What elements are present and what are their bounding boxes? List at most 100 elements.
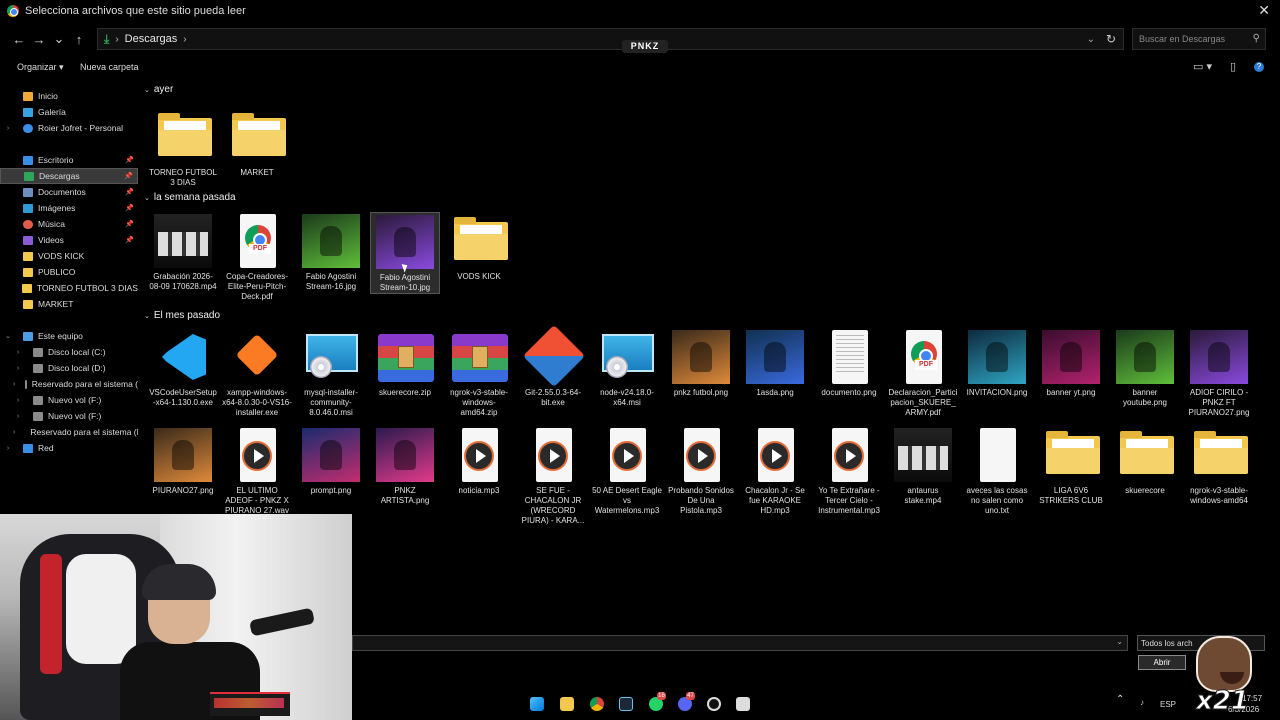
sidebar-item-reservado-para-el-sistema-e[interactable]: › Reservado para el sistema (E: [0, 424, 138, 440]
file-item[interactable]: MARKET [222, 108, 292, 178]
sidebar-item-publico[interactable]: PUBLICO [0, 264, 138, 280]
start-button[interactable] [530, 697, 544, 711]
file-item[interactable]: aveces las cosas no salen como uno.txt [962, 426, 1032, 516]
help-button[interactable]: ? [1254, 62, 1264, 72]
obs-icon[interactable] [707, 697, 721, 711]
expand-chevron-icon[interactable]: ⌄ [3, 332, 13, 340]
up-button[interactable]: ↑ [69, 32, 89, 47]
view-options-button[interactable]: ▭ ▾ [1193, 60, 1212, 73]
expand-chevron-icon[interactable]: › [13, 365, 23, 372]
group-header-semana[interactable]: ⌄ la semana pasada [144, 192, 236, 203]
file-item[interactable]: Fabio Agostini Stream-16.jpg [296, 212, 366, 292]
expand-chevron-icon[interactable]: › [13, 429, 15, 436]
file-item[interactable]: LIGA 6V6 STRIKERS CLUB [1036, 426, 1106, 506]
expand-chevron-icon[interactable]: › [13, 397, 23, 404]
expand-chevron-icon[interactable]: › [13, 349, 23, 356]
file-item[interactable]: INVITACION.png [962, 328, 1032, 398]
file-item[interactable]: mysql-installer-community-8.0.46.0.msi [296, 328, 366, 418]
language-indicator[interactable]: ESP [1160, 700, 1176, 709]
breadcrumb-descargas[interactable]: Descargas [125, 33, 178, 45]
file-item[interactable]: Fabio Agostini Stream-10.jpg [370, 212, 440, 294]
group-header-mes[interactable]: ⌄ El mes pasado [144, 310, 220, 321]
sidebar-item-videos[interactable]: Videos 📌 [0, 232, 138, 248]
image-subject [394, 227, 416, 257]
file-item[interactable]: PIURANO27.png [148, 426, 218, 496]
file-item[interactable]: xampp-windows-x64-8.0.30-0-VS16-installe… [222, 328, 292, 418]
close-button[interactable]: ✕ [1258, 2, 1270, 19]
expand-chevron-icon[interactable]: › [3, 445, 13, 452]
sidebar-item-vods-kick[interactable]: VODS KICK [0, 248, 138, 264]
sidebar-item-reservado-para-el-sistema[interactable]: › Reservado para el sistema ( [0, 376, 138, 392]
chrome-taskbar-icon[interactable] [590, 697, 604, 711]
app-icon[interactable] [736, 697, 750, 711]
refresh-button[interactable]: ↻ [1106, 32, 1116, 46]
sidebar-item-market[interactable]: MARKET [0, 296, 138, 312]
organize-button[interactable]: Organizar ▾ [17, 62, 64, 73]
file-item[interactable]: antaurus stake.mp4 [888, 426, 958, 506]
sidebar-item-galer-a[interactable]: Galería [0, 104, 138, 120]
file-item[interactable]: VSCodeUserSetup-x64-1.130.0.exe [148, 328, 218, 408]
file-item[interactable]: documento.png [814, 328, 884, 398]
open-button[interactable]: Abrir [1138, 655, 1186, 670]
sidebar-item-este-equipo[interactable]: ⌄ Este equipo [0, 328, 138, 344]
file-item[interactable]: Grabación 2026-08-09 170628.mp4 [148, 212, 218, 292]
file-item[interactable]: node-v24.18.0-x64.msi [592, 328, 662, 408]
sidebar-item-red[interactable]: › Red [0, 440, 138, 456]
file-item[interactable]: ngrok-v3-stable-windows-amd64 [1184, 426, 1254, 506]
file-item[interactable]: PDF Declaracion_Participacion_SKUERE_ARMY… [888, 328, 958, 418]
microphone-icon[interactable]: ♪ [1140, 698, 1144, 707]
file-item[interactable]: SE FUE - CHACALON JR (WRECORD PIURA) - K… [518, 426, 588, 526]
sidebar-item-torneo-futbol-3-dias[interactable]: TORNEO FUTBOL 3 DIAS [0, 280, 138, 296]
file-item[interactable]: banner youtube.png [1110, 328, 1180, 408]
file-item[interactable]: Yo Te Extrañare - Tercer Cielo - Instrum… [814, 426, 884, 516]
forward-button[interactable]: → [29, 32, 49, 47]
filename-input[interactable]: ⌄ [352, 635, 1128, 651]
back-button[interactable]: ← [9, 32, 29, 47]
file-item[interactable]: prompt.png [296, 426, 366, 496]
sidebar-item-m-sica[interactable]: Música 📌 [0, 216, 138, 232]
file-item[interactable]: banner yt.png [1036, 328, 1106, 398]
sidebar-item-documentos[interactable]: Documentos 📌 [0, 184, 138, 200]
chevron-up-icon[interactable]: ⌃ [1116, 694, 1124, 705]
file-item[interactable]: skuerecore [1110, 426, 1180, 496]
file-item[interactable]: skuerecore.zip [370, 328, 440, 398]
file-item[interactable]: ngrok-v3-stable-windows-amd64.zip [444, 328, 514, 418]
image-subject [320, 226, 342, 256]
file-item[interactable]: TORNEO FUTBOL 3 DIAS [148, 108, 218, 188]
steam-icon[interactable] [619, 697, 633, 711]
file-item[interactable]: PDF Copa-Creadores-Elite-Peru-Pitch-Deck.… [222, 212, 292, 302]
file-item[interactable]: Git-2.55.0.3-64-bit.exe [518, 324, 588, 408]
sidebar-item-nuevo-vol-f[interactable]: › Nuevo vol (F:) [0, 408, 138, 424]
expand-chevron-icon[interactable]: › [13, 413, 23, 420]
sidebar-item-im-genes[interactable]: Imágenes 📌 [0, 200, 138, 216]
sidebar-item-disco-local-d[interactable]: › Disco local (D:) [0, 360, 138, 376]
sidebar-item-disco-local-c[interactable]: › Disco local (C:) [0, 344, 138, 360]
sidebar-item-nuevo-vol-f[interactable]: › Nuevo vol (F:) [0, 392, 138, 408]
breadcrumb-separator[interactable]: › [183, 34, 186, 45]
file-explorer-icon[interactable] [560, 697, 574, 711]
recent-locations-button[interactable]: ⌄ [49, 31, 69, 47]
search-input[interactable]: Buscar en Descargas ⚲ [1132, 28, 1266, 50]
sidebar-item-roier-jofret-personal[interactable]: › Roier Jofret - Personal [0, 120, 138, 136]
group-header-ayer[interactable]: ⌄ ayer [144, 84, 173, 95]
file-item[interactable]: noticia.mp3 [444, 426, 514, 496]
new-folder-button[interactable]: Nueva carpeta [80, 62, 139, 72]
expand-chevron-icon[interactable]: › [3, 125, 13, 132]
preview-pane-button[interactable]: ▯ [1230, 60, 1236, 73]
file-item[interactable]: 50 AE Desert Eagle vs Watermelons.mp3 [592, 426, 662, 516]
file-item[interactable]: 1asda.png [740, 328, 810, 398]
file-item[interactable]: ADIOF CIRILO - PNKZ FT PIURANO27.png [1184, 328, 1254, 418]
address-dropdown-button[interactable]: ⌄ [1087, 34, 1095, 45]
sidebar-item-descargas[interactable]: Descargas 📌 [0, 168, 138, 184]
expand-chevron-icon[interactable]: › [13, 381, 15, 388]
file-item[interactable]: Probando Sonidos De Una Pistola.mp3 [666, 426, 736, 516]
file-item[interactable]: pnkz futbol.png [666, 328, 736, 398]
sidebar-item-inicio[interactable]: Inicio [0, 88, 138, 104]
file-item[interactable]: PNKZ ARTISTA.png [370, 426, 440, 506]
sidebar-item-escritorio[interactable]: Escritorio 📌 [0, 152, 138, 168]
address-bar[interactable]: ⤓ › Descargas › ⌄ ↻ [97, 28, 1124, 50]
file-item[interactable]: Chacalon Jr - Se fue KARAOKE HD.mp3 [740, 426, 810, 516]
file-item[interactable]: EL ULTIMO ADEOF - PNKZ X PIURANO 27.wav [222, 426, 292, 516]
chevron-down-icon[interactable]: ⌄ [1116, 637, 1123, 646]
file-item[interactable]: VODS KICK [444, 212, 514, 282]
